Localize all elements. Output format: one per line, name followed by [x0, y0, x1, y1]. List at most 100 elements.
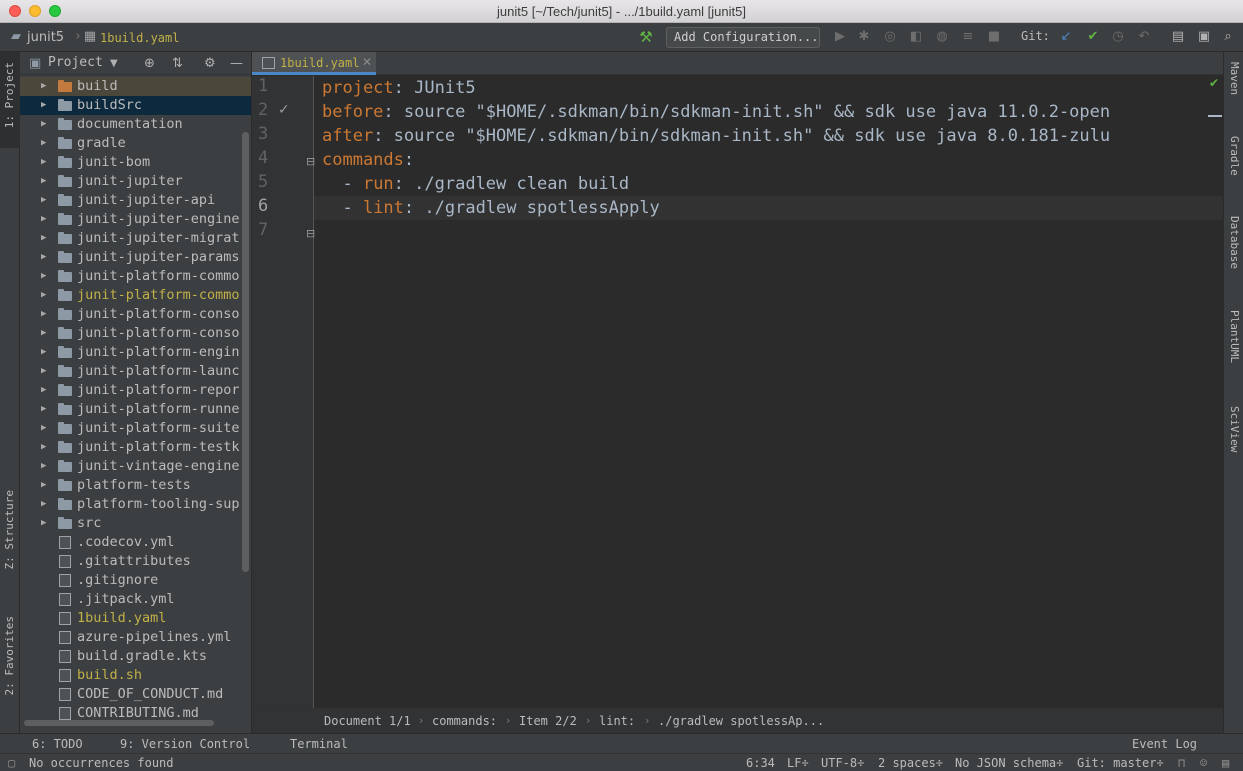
project-tool-tab[interactable]: 1: Project	[3, 62, 16, 128]
expand-arrow-icon[interactable]: ▶	[41, 248, 46, 267]
hide-panel-icon[interactable]: —	[230, 56, 243, 71]
tree-folder-item[interactable]: ▶ documentation	[20, 115, 251, 134]
tree-folder-item[interactable]: ▶ junit-platform-launc	[20, 362, 251, 381]
indent-setting[interactable]: 2 spaces÷	[878, 756, 943, 770]
gear-icon[interactable]: ⚙	[204, 56, 216, 71]
expand-arrow-icon[interactable]: ▶	[41, 381, 46, 400]
tree-folder-item[interactable]: ▶ junit-platform-commo	[20, 286, 251, 305]
expand-arrow-icon[interactable]: ▶	[41, 286, 46, 305]
expand-arrow-icon[interactable]: ▶	[41, 362, 46, 381]
lock-icon[interactable]: ⊓	[1178, 756, 1185, 770]
json-schema[interactable]: No JSON schema÷	[955, 756, 1063, 770]
tree-folder-item[interactable]: ▶ junit-platform-commo	[20, 267, 251, 286]
expand-arrow-icon[interactable]: ▶	[41, 267, 46, 286]
tree-file-item[interactable]: .gitattributes	[20, 552, 251, 571]
add-configuration-button[interactable]: Add Configuration...	[666, 27, 820, 48]
git-branch[interactable]: Git: master÷	[1077, 756, 1164, 770]
expand-arrow-icon[interactable]: ▶	[41, 343, 46, 362]
tree-folder-item[interactable]: ▶ junit-jupiter-engine	[20, 210, 251, 229]
debug-icon[interactable]: ✱	[856, 29, 872, 45]
breadcrumb-item[interactable]: commands:	[432, 714, 497, 728]
database-tool-tab[interactable]: Database	[1228, 216, 1241, 269]
tree-folder-item[interactable]: ▶ junit-platform-repor	[20, 381, 251, 400]
project-scrollbar[interactable]	[242, 132, 249, 572]
git-commit-icon[interactable]: ✔	[1085, 29, 1101, 45]
expand-arrow-icon[interactable]: ▶	[41, 457, 46, 476]
project-horizontal-scrollbar[interactable]	[24, 720, 214, 726]
file-encoding[interactable]: UTF-8÷	[821, 756, 864, 770]
line-separator[interactable]: LF÷	[787, 756, 809, 770]
expand-arrow-icon[interactable]: ▶	[41, 514, 46, 533]
tree-file-item[interactable]: build.gradle.kts	[20, 647, 251, 666]
collapse-all-icon[interactable]: ⇅	[172, 56, 183, 71]
coverage-icon[interactable]: ◎	[882, 29, 898, 45]
build-hammer-icon[interactable]: ⚒	[638, 29, 654, 45]
expand-arrow-icon[interactable]: ▶	[41, 115, 46, 134]
tree-folder-item[interactable]: ▶ junit-platform-conso	[20, 324, 251, 343]
editor-tab-1build[interactable]: 1build.yaml ✕	[252, 52, 376, 75]
run-anything-icon[interactable]: ≡	[960, 29, 976, 45]
git-update-icon[interactable]: ↙	[1058, 29, 1074, 45]
terminal-tool-tab[interactable]: Terminal	[290, 737, 348, 751]
event-log-tool-tab[interactable]: Event Log	[1132, 737, 1197, 751]
breadcrumb-item[interactable]: Document 1/1	[324, 714, 411, 728]
tree-folder-item[interactable]: ▶ junit-platform-engin	[20, 343, 251, 362]
tree-folder-item[interactable]: ▶ junit-bom	[20, 153, 251, 172]
breadcrumb-file[interactable]: 1build.yaml	[100, 31, 179, 45]
expand-arrow-icon[interactable]: ▶	[41, 96, 46, 115]
tree-file-item[interactable]: 1build.yaml	[20, 609, 251, 628]
tree-folder-item[interactable]: ▶ junit-platform-runne	[20, 400, 251, 419]
expand-arrow-icon[interactable]: ▶	[41, 210, 46, 229]
caret-position[interactable]: 6:34	[746, 756, 775, 770]
plantuml-tool-tab[interactable]: PlantUML	[1228, 310, 1241, 363]
tool-windows-icon[interactable]: ▢	[8, 756, 15, 770]
version-control-tool-tab[interactable]: 9: Version Control	[120, 737, 250, 751]
breadcrumb-project[interactable]: junit5	[27, 30, 64, 45]
project-view-selector[interactable]: Project	[48, 55, 103, 70]
breadcrumb-item[interactable]: lint:	[599, 714, 635, 728]
gradle-tool-tab[interactable]: Gradle	[1228, 136, 1241, 176]
locate-icon[interactable]: ⊕	[144, 56, 155, 71]
expand-arrow-icon[interactable]: ▶	[41, 229, 46, 248]
expand-arrow-icon[interactable]: ▶	[41, 77, 46, 96]
expand-arrow-icon[interactable]: ▶	[41, 438, 46, 457]
git-rollback-icon[interactable]: ↶	[1136, 29, 1152, 45]
expand-arrow-icon[interactable]: ▶	[41, 495, 46, 514]
stop-icon[interactable]: ■	[986, 29, 1002, 45]
run-icon[interactable]: ▶	[832, 29, 848, 45]
concurrency-icon[interactable]: ◍	[934, 29, 950, 45]
structure-tool-tab[interactable]: Z: Structure	[3, 490, 16, 569]
maven-tool-tab[interactable]: Maven	[1228, 62, 1241, 95]
expand-arrow-icon[interactable]: ▶	[41, 191, 46, 210]
expand-arrow-icon[interactable]: ▶	[41, 134, 46, 153]
expand-arrow-icon[interactable]: ▶	[41, 419, 46, 438]
error-stripe-marker[interactable]	[1208, 115, 1222, 117]
tree-file-item[interactable]: azure-pipelines.yml	[20, 628, 251, 647]
tree-folder-item[interactable]: ▶ junit-jupiter-params	[20, 248, 251, 267]
expand-arrow-icon[interactable]: ▶	[41, 476, 46, 495]
tree-folder-item[interactable]: ▶ buildSrc	[20, 96, 251, 115]
tree-file-item[interactable]: .gitignore	[20, 571, 251, 590]
profile-icon[interactable]: ◧	[908, 29, 924, 45]
expand-arrow-icon[interactable]: ▶	[41, 305, 46, 324]
tree-file-item[interactable]: build.sh	[20, 666, 251, 685]
memory-icon[interactable]: ▤	[1222, 756, 1229, 770]
tree-folder-item[interactable]: ▶ junit-jupiter-migrat	[20, 229, 251, 248]
expand-arrow-icon[interactable]: ▶	[41, 324, 46, 343]
favorites-tool-tab[interactable]: 2: Favorites	[3, 616, 16, 695]
tree-folder-item[interactable]: ▶ gradle	[20, 134, 251, 153]
tree-folder-item[interactable]: ▶ build	[20, 77, 251, 96]
inspection-ok-icon[interactable]: ✔	[1209, 76, 1219, 90]
presentation-icon[interactable]: ▣	[1196, 29, 1212, 45]
tree-file-item[interactable]: .codecov.yml	[20, 533, 251, 552]
tree-folder-item[interactable]: ▶ platform-tests	[20, 476, 251, 495]
tree-folder-item[interactable]: ▶ src	[20, 514, 251, 533]
tree-file-item[interactable]: CODE_OF_CONDUCT.md	[20, 685, 251, 704]
breadcrumb-item[interactable]: Item 2/2	[519, 714, 577, 728]
tree-folder-item[interactable]: ▶ junit-platform-suite	[20, 419, 251, 438]
todo-tool-tab[interactable]: 6: TODO	[32, 737, 83, 751]
fold-end-icon[interactable]: ⊟	[306, 227, 315, 240]
sciview-tool-tab[interactable]: SciView	[1228, 406, 1241, 452]
expand-arrow-icon[interactable]: ▶	[41, 400, 46, 419]
tree-file-item[interactable]: .jitpack.yml	[20, 590, 251, 609]
